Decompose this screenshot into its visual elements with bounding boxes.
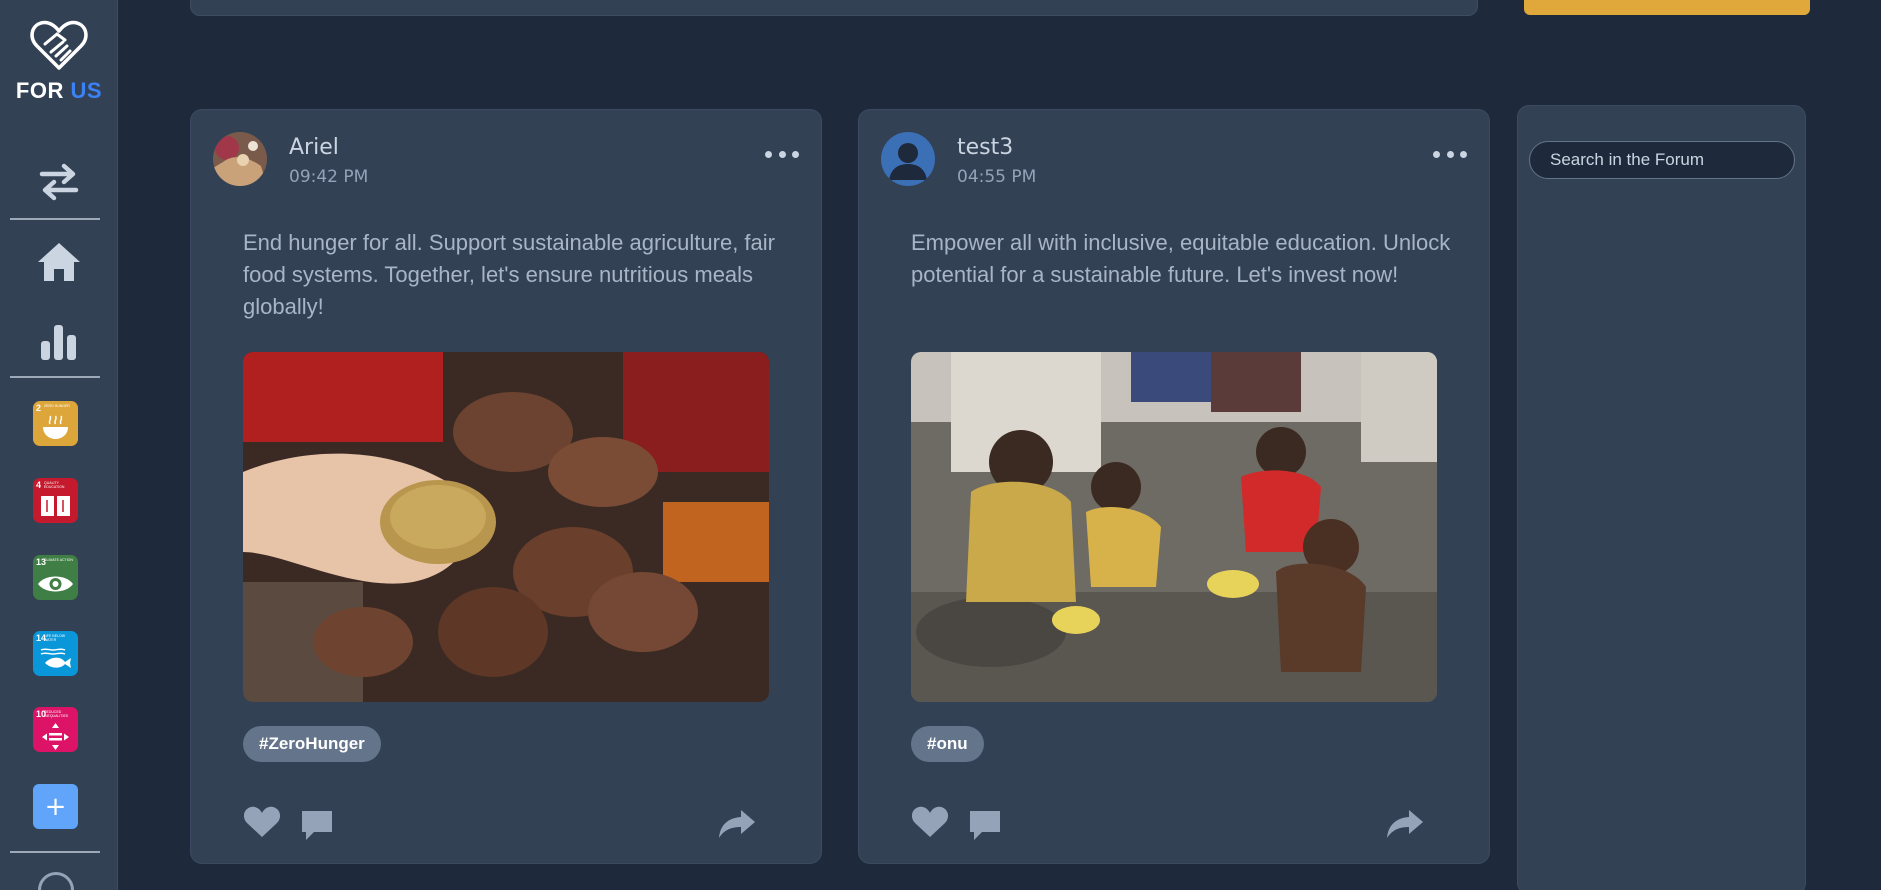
dot-icon xyxy=(1446,150,1454,158)
swap-button[interactable] xyxy=(0,158,118,206)
children-eating-photo xyxy=(911,352,1437,702)
share-icon xyxy=(719,810,755,838)
post-text: End hunger for all. Support sustainable … xyxy=(243,230,775,319)
post-card: test3 04:55 PM Empower all with inclusiv… xyxy=(858,109,1490,864)
post-time: 09:42 PM xyxy=(289,167,369,187)
sdg-goal-4[interactable]: 4 QUALITY EDUCATION xyxy=(33,478,78,523)
add-label: + xyxy=(44,791,67,822)
sidebar: FOR US 2 ZERO HUNGER 4 QUALITY EDUCATION xyxy=(0,0,118,890)
dot-icon xyxy=(1433,150,1440,158)
dot-icon xyxy=(1460,150,1467,158)
share-icon xyxy=(1387,810,1423,838)
like-button[interactable] xyxy=(911,805,949,843)
home-icon xyxy=(38,243,80,281)
sidebar-divider xyxy=(10,376,100,378)
heart-icon xyxy=(243,806,281,837)
sdg-goal-14[interactable]: 14 LIFE BELOW WATER xyxy=(33,631,78,676)
post-text: Empower all with inclusive, equitable ed… xyxy=(911,230,1451,287)
avatar-photo xyxy=(213,132,267,186)
add-goal-button[interactable]: + xyxy=(33,784,78,829)
brand-word-us: US xyxy=(70,78,103,103)
author-name[interactable]: test3 xyxy=(957,135,1013,160)
fish-icon xyxy=(40,648,71,668)
dot-icon xyxy=(765,150,772,158)
heart-handshake-icon xyxy=(30,20,88,70)
sdg-goal-10[interactable]: 10 REDUCED INEQUALITIES xyxy=(33,707,78,752)
hashtag-chip[interactable]: #ZeroHunger xyxy=(243,726,381,762)
profile-icon[interactable] xyxy=(38,872,74,890)
swap-arrows-icon xyxy=(39,163,79,201)
heart-icon xyxy=(911,806,949,837)
dot-icon xyxy=(778,150,786,158)
author-avatar[interactable] xyxy=(881,132,935,186)
forum-side-panel xyxy=(1517,105,1806,890)
comment-icon xyxy=(302,811,332,840)
sdg-goal-13[interactable]: 13 CLIMATE ACTION xyxy=(33,555,78,600)
post-image[interactable] xyxy=(911,352,1437,702)
sidebar-item-stats[interactable] xyxy=(0,318,118,364)
like-button[interactable] xyxy=(243,805,281,843)
post-image[interactable] xyxy=(243,352,769,702)
author-avatar[interactable] xyxy=(213,132,267,186)
book-icon xyxy=(41,496,70,516)
hashtag-chip[interactable]: #onu xyxy=(911,726,984,762)
author-name[interactable]: Ariel xyxy=(289,135,339,160)
post-options-button[interactable] xyxy=(1433,148,1467,160)
forum-search-input[interactable] xyxy=(1529,141,1795,179)
sidebar-divider xyxy=(10,851,100,853)
sdg-goal-2[interactable]: 2 ZERO HUNGER xyxy=(33,401,78,446)
post-options-button[interactable] xyxy=(765,148,799,160)
top-action-button[interactable] xyxy=(1524,0,1810,15)
bar-chart-icon xyxy=(41,325,76,360)
sidebar-divider xyxy=(10,218,100,220)
equality-icon xyxy=(42,723,69,750)
default-user-icon xyxy=(881,132,935,186)
share-button[interactable] xyxy=(717,808,757,844)
post-time: 04:55 PM xyxy=(957,167,1037,187)
brand-logo[interactable]: FOR US xyxy=(0,18,118,104)
post-card: Ariel 09:42 PM End hunger for all. Suppo… xyxy=(190,109,822,864)
bowl-icon xyxy=(43,415,68,439)
comment-icon xyxy=(970,811,1000,840)
dot-icon xyxy=(792,150,799,158)
sidebar-item-home[interactable] xyxy=(0,238,118,286)
comment-button[interactable] xyxy=(300,808,334,846)
share-button[interactable] xyxy=(1385,808,1425,844)
brand-word-for: FOR xyxy=(15,78,64,103)
hands-with-grain-photo xyxy=(243,352,769,702)
top-composer-bar xyxy=(190,0,1478,16)
comment-button[interactable] xyxy=(968,808,1002,846)
eye-globe-icon xyxy=(38,576,73,592)
